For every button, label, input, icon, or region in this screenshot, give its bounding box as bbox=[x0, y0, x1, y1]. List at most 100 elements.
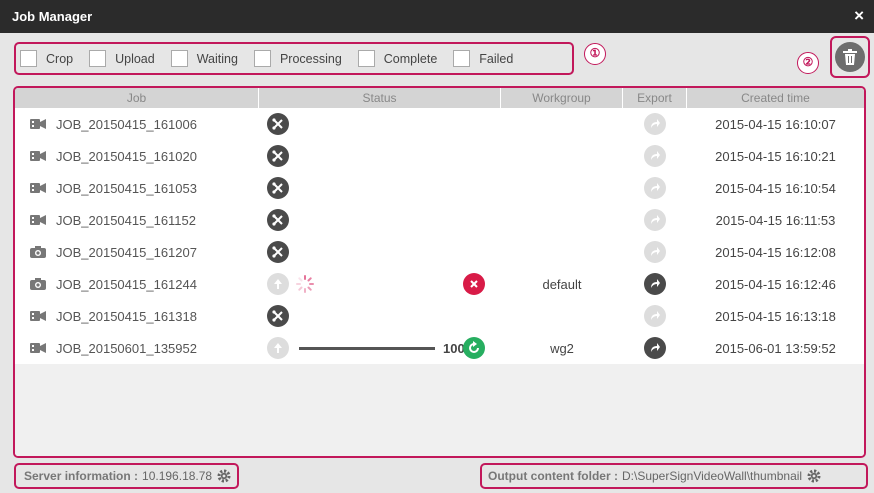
status-cell bbox=[259, 236, 501, 268]
job-cell: JOB_20150415_161318 bbox=[15, 300, 259, 332]
job-table: Job Status Workgroup Export Created time… bbox=[13, 86, 866, 458]
filter-upload[interactable]: Upload bbox=[89, 50, 155, 67]
job-name: JOB_20150415_161152 bbox=[56, 212, 196, 228]
upload-icon bbox=[267, 337, 289, 359]
crop-icon[interactable] bbox=[267, 145, 289, 167]
job-name: JOB_20150415_161053 bbox=[56, 180, 197, 196]
table-body: JOB_20150415_161006 2015-04-15 16:10:07 … bbox=[15, 108, 864, 456]
column-header-status[interactable]: Status bbox=[259, 88, 501, 108]
export-icon bbox=[644, 209, 666, 231]
job-cell: JOB_20150601_135952 bbox=[15, 332, 259, 364]
server-info: Server information : 10.196.18.78 bbox=[14, 463, 240, 489]
table-row[interactable]: JOB_20150601_135952 100% wg2 2015-06-01 … bbox=[15, 332, 864, 364]
crop-icon[interactable] bbox=[267, 209, 289, 231]
created-time-cell: 2015-04-15 16:13:18 bbox=[715, 308, 836, 324]
filter-bar: Crop Upload Waiting Processing Complete … bbox=[0, 33, 874, 81]
retry-icon[interactable] bbox=[463, 337, 485, 359]
filter-label: Upload bbox=[115, 51, 155, 66]
job-name: JOB_20150601_135952 bbox=[56, 340, 197, 356]
upload-icon bbox=[267, 273, 289, 295]
video-icon bbox=[30, 310, 46, 322]
created-time-cell: 2015-04-15 16:10:54 bbox=[715, 180, 836, 196]
export-icon[interactable] bbox=[644, 337, 666, 359]
job-name: JOB_20150415_161207 bbox=[56, 244, 197, 260]
filter-processing[interactable]: Processing bbox=[253, 50, 342, 67]
table-row[interactable]: JOB_20150415_161006 2015-04-15 16:10:07 bbox=[15, 108, 864, 140]
created-time-cell: 2015-04-15 16:10:07 bbox=[715, 116, 836, 132]
crop-icon[interactable] bbox=[267, 177, 289, 199]
workgroup-cell bbox=[501, 140, 623, 172]
table-row[interactable]: JOB_20150415_161244 default 2015-04-15 1… bbox=[15, 268, 864, 300]
export-icon bbox=[644, 177, 666, 199]
column-header-job[interactable]: Job bbox=[15, 88, 259, 108]
filter-crop[interactable]: Crop bbox=[20, 50, 73, 67]
workgroup-cell bbox=[501, 204, 623, 236]
column-header-workgroup[interactable]: Workgroup bbox=[501, 88, 623, 108]
crop-icon[interactable] bbox=[267, 305, 289, 327]
export-icon bbox=[644, 145, 666, 167]
table-row[interactable]: JOB_20150415_161020 2015-04-15 16:10:21 bbox=[15, 140, 864, 172]
camera-icon bbox=[30, 278, 46, 290]
cancel-icon[interactable] bbox=[463, 273, 485, 295]
video-icon bbox=[30, 214, 46, 226]
callout-badge-2: ② bbox=[797, 52, 819, 74]
checkbox[interactable] bbox=[20, 50, 37, 67]
filter-label: Failed bbox=[479, 51, 514, 66]
export-cell bbox=[623, 268, 687, 300]
title-bar: Job Manager × bbox=[0, 0, 874, 33]
trash-icon bbox=[835, 42, 865, 72]
table-row[interactable]: JOB_20150415_161318 2015-04-15 16:13:18 bbox=[15, 300, 864, 332]
table-row[interactable]: JOB_20150415_161053 2015-04-15 16:10:54 bbox=[15, 172, 864, 204]
server-settings-gear-icon[interactable] bbox=[217, 469, 231, 483]
status-cell bbox=[259, 140, 501, 172]
delete-button[interactable] bbox=[830, 36, 870, 78]
export-icon bbox=[644, 113, 666, 135]
checkbox[interactable] bbox=[453, 50, 471, 67]
output-folder-info: Output content folder : D:\SuperSignVide… bbox=[480, 463, 868, 489]
video-icon bbox=[30, 182, 46, 194]
window-title: Job Manager bbox=[12, 9, 93, 24]
checkbox[interactable] bbox=[253, 50, 271, 67]
job-cell: JOB_20150415_161207 bbox=[15, 236, 259, 268]
export-cell bbox=[623, 140, 687, 172]
workgroup-cell bbox=[501, 300, 623, 332]
status-cell bbox=[259, 108, 501, 140]
status-filter-group: Crop Upload Waiting Processing Complete … bbox=[14, 42, 574, 75]
created-time-cell: 2015-06-01 13:59:52 bbox=[715, 340, 836, 356]
table-row[interactable]: JOB_20150415_161207 2015-04-15 16:12:08 bbox=[15, 236, 864, 268]
filter-waiting[interactable]: Waiting bbox=[170, 50, 238, 67]
workgroup-cell bbox=[501, 236, 623, 268]
status-cell bbox=[259, 204, 501, 236]
export-cell bbox=[623, 332, 687, 364]
status-cell bbox=[259, 172, 501, 204]
workgroup-cell bbox=[501, 172, 623, 204]
output-settings-gear-icon[interactable] bbox=[807, 469, 821, 483]
workgroup-cell: wg2 bbox=[550, 340, 574, 356]
export-icon[interactable] bbox=[644, 273, 666, 295]
checkbox[interactable] bbox=[170, 50, 188, 67]
checkbox[interactable] bbox=[357, 50, 375, 67]
workgroup-cell bbox=[501, 108, 623, 140]
table-row[interactable]: JOB_20150415_161152 2015-04-15 16:11:53 bbox=[15, 204, 864, 236]
progress-bar bbox=[299, 346, 435, 350]
video-icon bbox=[30, 118, 46, 130]
camera-icon bbox=[30, 246, 46, 258]
server-value: 10.196.18.78 bbox=[142, 469, 213, 483]
workgroup-cell: default bbox=[542, 276, 582, 292]
status-cell bbox=[259, 300, 501, 332]
crop-icon[interactable] bbox=[267, 113, 289, 135]
video-icon bbox=[30, 342, 46, 354]
close-button[interactable]: × bbox=[854, 6, 864, 26]
filter-complete[interactable]: Complete bbox=[357, 50, 437, 67]
export-cell bbox=[623, 236, 687, 268]
server-label: Server information : bbox=[24, 469, 139, 483]
job-cell: JOB_20150415_161244 bbox=[15, 268, 259, 300]
column-header-export[interactable]: Export bbox=[623, 88, 687, 108]
created-time-cell: 2015-04-15 16:10:21 bbox=[715, 148, 836, 164]
checkbox[interactable] bbox=[89, 50, 107, 67]
video-icon bbox=[30, 150, 46, 162]
filter-label: Waiting bbox=[196, 51, 238, 66]
column-header-created-time[interactable]: Created time bbox=[687, 88, 864, 108]
crop-icon[interactable] bbox=[267, 241, 289, 263]
filter-failed[interactable]: Failed bbox=[453, 50, 513, 67]
